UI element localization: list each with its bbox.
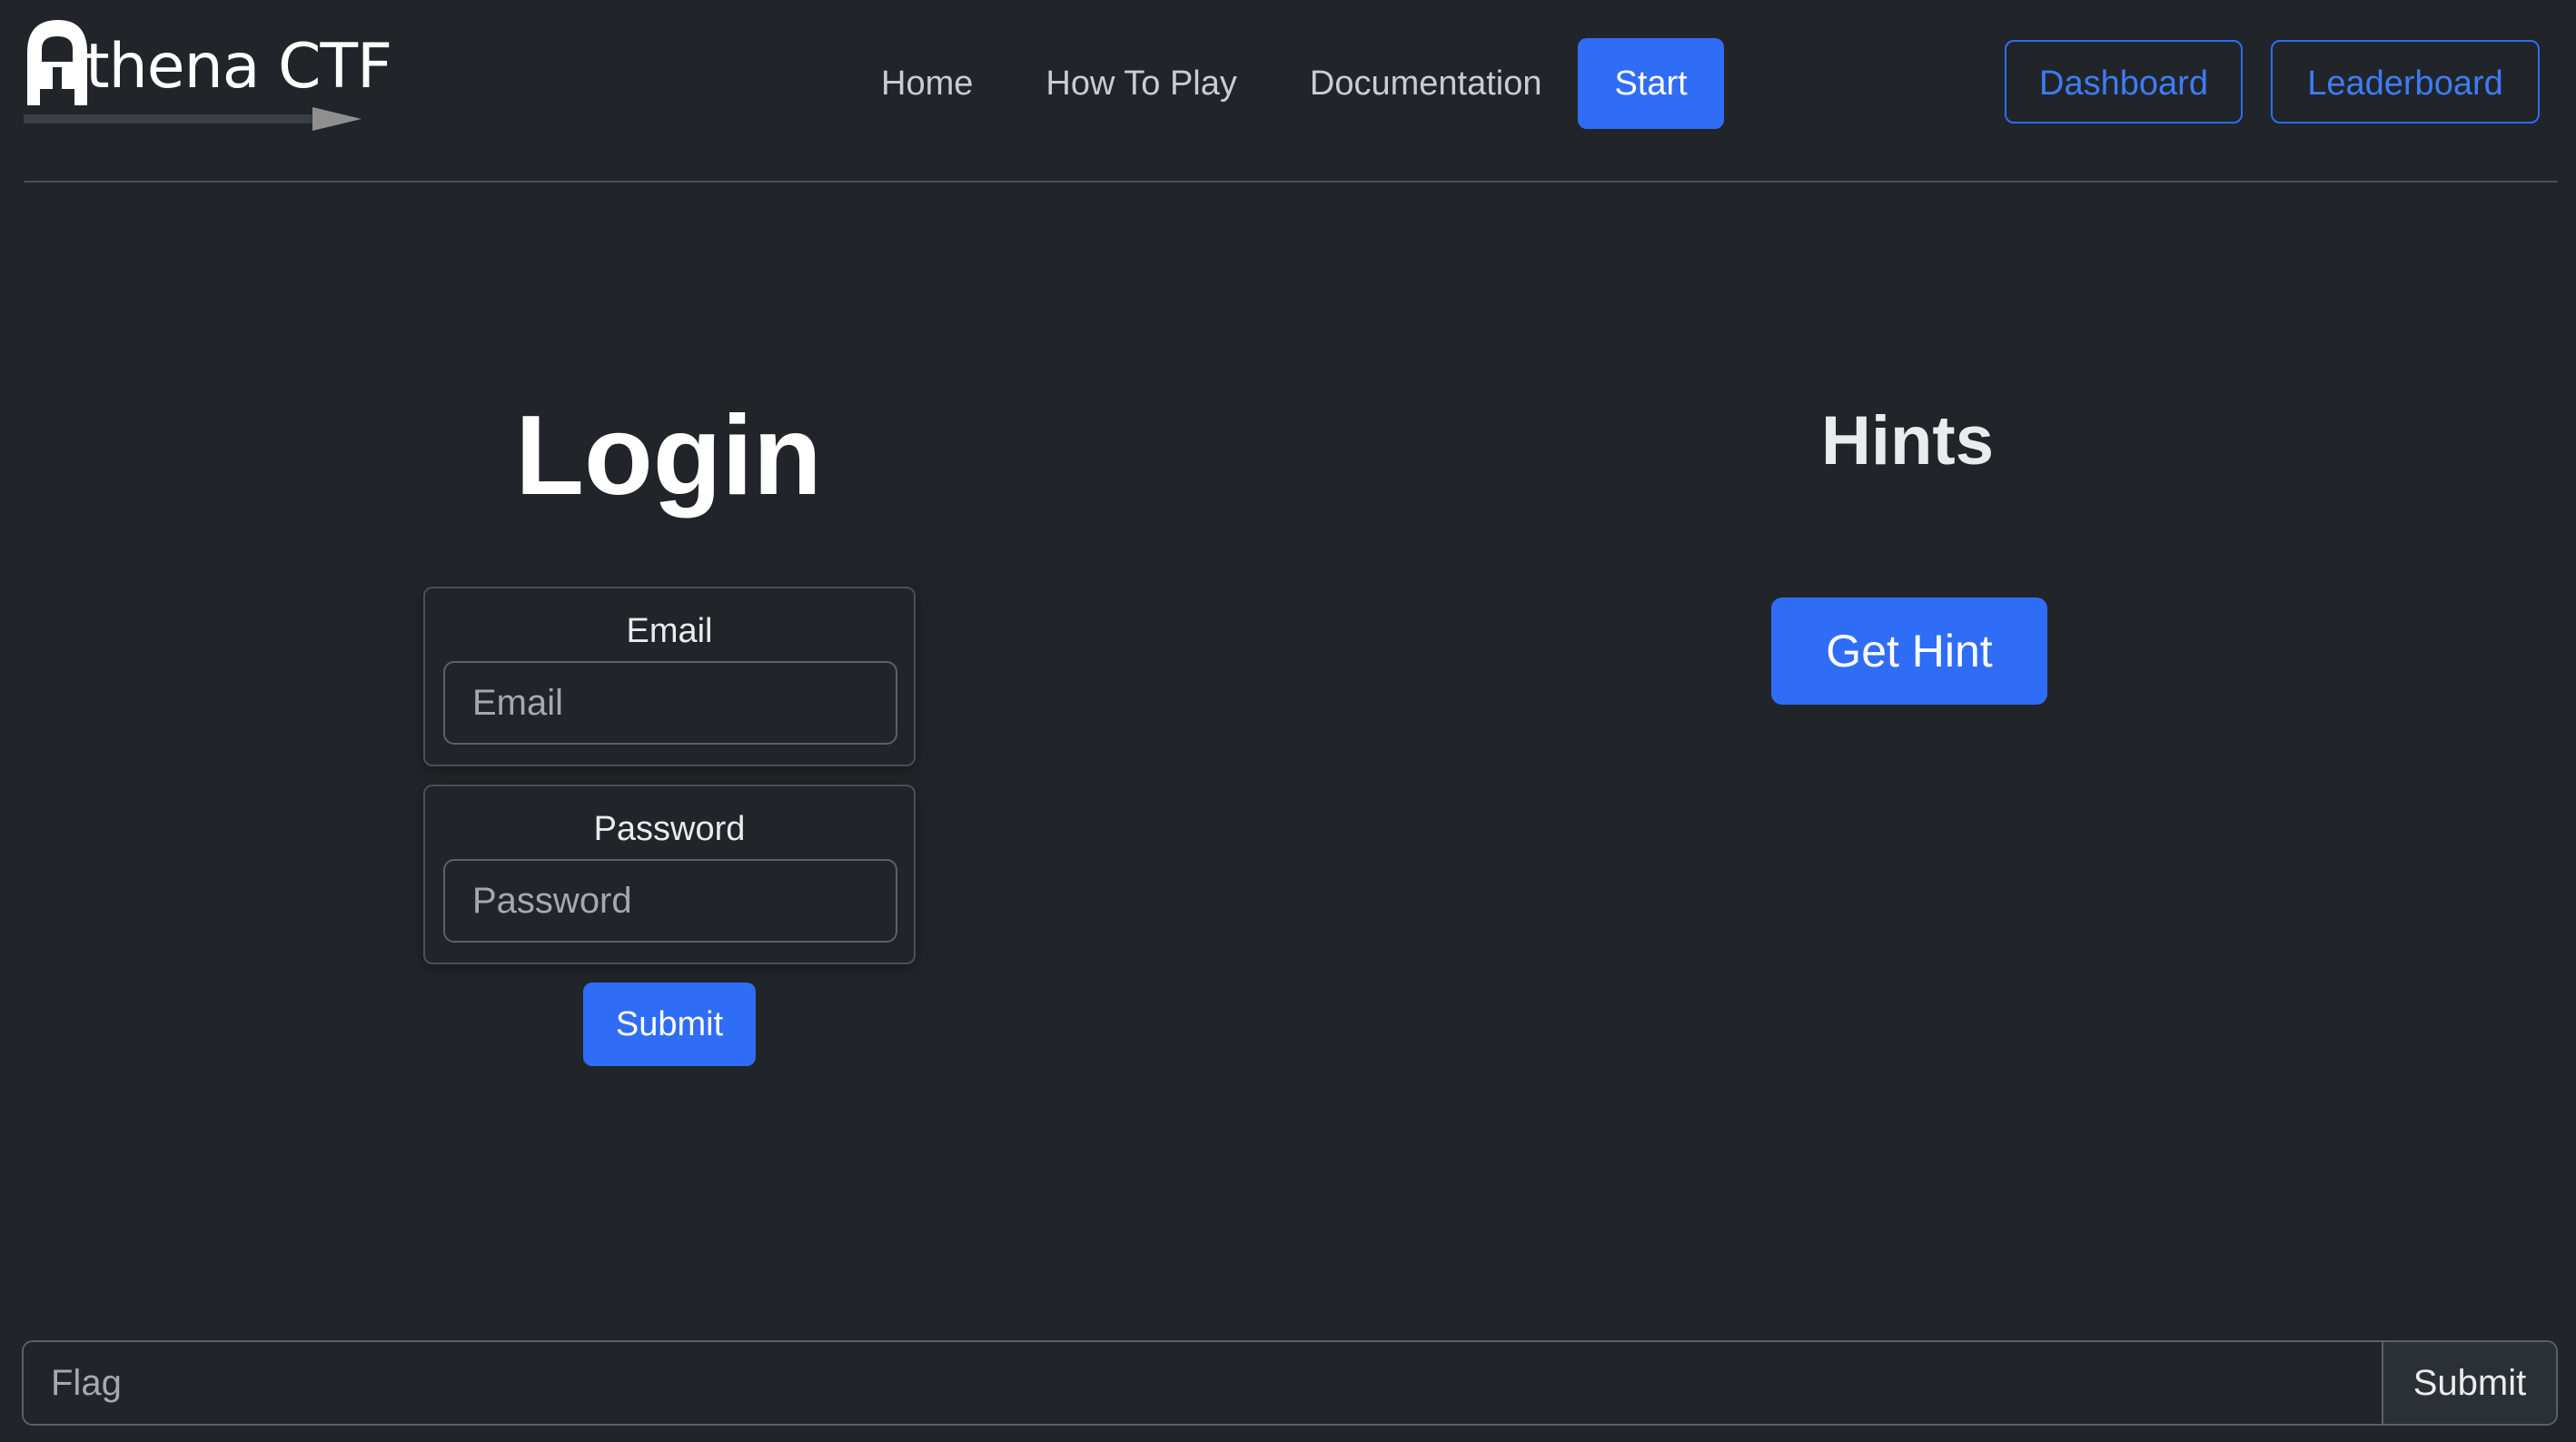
password-input[interactable] [443,859,897,943]
leaderboard-button[interactable]: Leaderboard [2271,40,2540,123]
nav-links: Home How To Play Documentation Start [845,38,1724,129]
password-field-group: Password [423,785,916,964]
login-title: Login [515,393,822,519]
login-submit-button[interactable]: Submit [583,983,756,1066]
password-label: Password [593,810,746,848]
get-hint-button[interactable]: Get Hint [1771,598,2047,705]
flag-input-group: Submit [22,1340,2558,1426]
email-label: Email [626,612,713,650]
nav-link-how-to-play[interactable]: How To Play [1009,64,1273,104]
start-button[interactable]: Start [1578,38,1724,129]
nav-link-documentation[interactable]: Documentation [1273,64,1579,104]
nav-link-home[interactable]: Home [845,64,1009,104]
nav-divider [24,181,2558,183]
email-input[interactable] [443,661,897,745]
email-field-group: Email [423,587,916,766]
flag-submit-button[interactable]: Submit [2382,1342,2556,1424]
dashboard-button[interactable]: Dashboard [2005,40,2243,123]
navbar: thena CTF Home How To Play Documentation… [0,0,2576,182]
brand-text: thena CTF [85,31,392,103]
brand-logo[interactable]: thena CTF [22,16,392,134]
hints-title: Hints [1821,402,1994,479]
flag-input[interactable] [24,1342,2382,1424]
